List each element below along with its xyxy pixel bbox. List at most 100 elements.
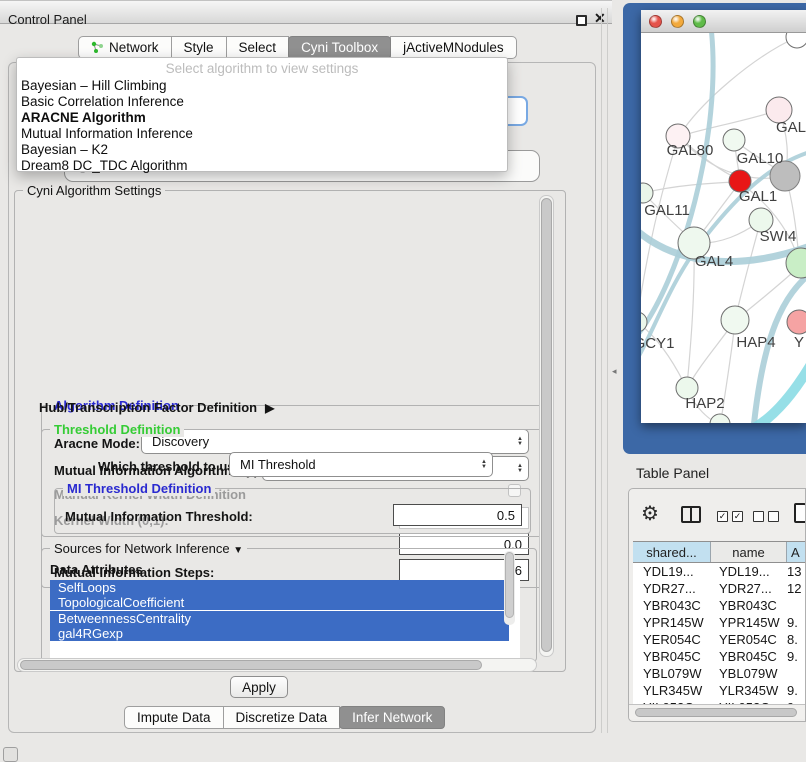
- network-edge: [641, 322, 685, 385]
- tab-label: Cyni Toolbox: [301, 40, 378, 55]
- tab-label: Impute Data: [137, 710, 211, 725]
- subtab-infer-network[interactable]: Infer Network: [339, 706, 445, 729]
- network-canvas[interactable]: GALGAL80GAL10GAL1GAL11SWI4GAL4GCY1HAP4YH…: [641, 33, 806, 423]
- zoom-traffic-light[interactable]: [693, 15, 706, 28]
- float-panel-icon[interactable]: [576, 15, 587, 26]
- network-node-gal10[interactable]: [723, 129, 745, 151]
- threshold-definition-group: Threshold Definition Which threshold to …: [41, 429, 545, 537]
- table-row[interactable]: YBL079WYBL079W: [633, 665, 806, 682]
- subtab-impute-data[interactable]: Impute Data: [124, 706, 224, 729]
- table-cell: YBR043C: [711, 597, 787, 614]
- split-columns-icon[interactable]: [681, 506, 701, 523]
- tab-label: Infer Network: [352, 710, 432, 725]
- table-cell: YPR145W: [711, 614, 787, 631]
- network-node-y[interactable]: [787, 310, 806, 334]
- column-header-name[interactable]: name: [711, 542, 787, 562]
- hub-definition-label: Hub/Transcription Factor Definition: [39, 400, 257, 415]
- network-edge: [735, 223, 760, 320]
- tab-label: Select: [239, 40, 277, 55]
- table-row[interactable]: YLR345WYLR345W9.: [633, 682, 806, 699]
- data-attributes-list[interactable]: SelfLoopsTopologicalCoefficientBetweenne…: [50, 580, 520, 660]
- algorithm-option-bayesian-k2[interactable]: Bayesian – K2: [17, 142, 507, 158]
- attribute-item-betweennesscentrality[interactable]: BetweennessCentrality: [50, 611, 509, 626]
- which-threshold-combobox[interactable]: MI Threshold ▲▼: [229, 452, 493, 477]
- tab-select[interactable]: Select: [226, 36, 290, 59]
- algorithm-dropdown-popup: Select algorithm to view settings Bayesi…: [16, 57, 508, 172]
- close-traffic-light[interactable]: [649, 15, 662, 28]
- close-panel-icon[interactable]: ✕: [594, 10, 606, 27]
- algorithm-option-mutual-information-inference[interactable]: Mutual Information Inference: [17, 126, 507, 142]
- gear-icon[interactable]: ⚙: [641, 501, 659, 526]
- algorithm-option-bayesian-hill-climbing[interactable]: Bayesian – Hill Climbing: [17, 78, 507, 94]
- collapsed-panel-icon[interactable]: [3, 747, 18, 762]
- table-cell: YDR27...: [711, 580, 787, 597]
- threshold-definition-title: Threshold Definition: [50, 422, 184, 437]
- unchecked-columns-icon[interactable]: [753, 511, 779, 522]
- attribute-item-topologicalcoefficient[interactable]: TopologicalCoefficient: [50, 595, 509, 610]
- node-label-gal80: GAL80: [667, 142, 714, 159]
- network-edge: [687, 323, 733, 388]
- table-cell: 9.: [787, 682, 806, 699]
- tab-network[interactable]: Network: [78, 36, 172, 59]
- new-table-icon[interactable]: [794, 503, 806, 523]
- algorithm-option-dream8-dc-tdc-algorithm[interactable]: Dream8 DC_TDC Algorithm: [17, 158, 507, 174]
- table-cell: YDL19...: [711, 563, 787, 580]
- attribute-item-gal4rgexp[interactable]: gal4RGexp: [50, 626, 509, 641]
- table-cell: 9.: [787, 614, 806, 631]
- settings-horizontal-scrollbar[interactable]: [17, 658, 537, 672]
- mi-threshold-field[interactable]: 0.5: [393, 504, 522, 526]
- column-header-a[interactable]: A: [787, 542, 806, 562]
- table-cell: YDR27...: [633, 580, 711, 597]
- algorithm-option-aracne-algorithm[interactable]: ARACNE Algorithm: [17, 110, 507, 126]
- table-panel-title: Table Panel: [636, 465, 709, 481]
- cyni-algorithm-settings-group: Cyni Algorithm Settings Algorithm Defini…: [14, 190, 566, 672]
- attributes-scrollbar[interactable]: [504, 551, 515, 625]
- tab-style[interactable]: Style: [171, 36, 227, 59]
- tab-cyni-toolbox[interactable]: Cyni Toolbox: [288, 36, 391, 59]
- table-cell: 9.: [787, 648, 806, 665]
- network-node-gal11[interactable]: [641, 183, 653, 203]
- mi-threshold-label: Mutual Information Threshold:: [65, 509, 253, 524]
- network-window-titlebar[interactable]: [641, 10, 806, 33]
- sources-group-title: Sources for Network Inference ▼: [50, 541, 247, 556]
- column-header-shared[interactable]: shared...: [633, 542, 711, 562]
- panel-divider: [607, 8, 608, 733]
- table-panel-window: ⚙ ✓✓ shared...nameA YDL19...YDL19...13YD…: [628, 488, 806, 722]
- table-row[interactable]: YDR27...YDR27...12: [633, 580, 806, 597]
- table-row[interactable]: YBR043CYBR043C: [633, 597, 806, 614]
- network-edge: [687, 245, 694, 386]
- node-label-y: Y: [794, 334, 804, 351]
- attribute-item-selfloops[interactable]: SelfLoops: [50, 580, 509, 595]
- table-cell: YBR043C: [633, 597, 711, 614]
- network-node[interactable]: [710, 414, 730, 423]
- table-cell: 8.: [787, 631, 806, 648]
- control-panel-title: Control Panel: [8, 12, 87, 27]
- table-row[interactable]: YDL19...YDL19...13: [633, 563, 806, 580]
- checked-columns-icon[interactable]: ✓✓: [717, 511, 743, 522]
- table-cell: [787, 665, 806, 682]
- table-horizontal-scrollbar[interactable]: [629, 704, 806, 719]
- hub-definition-toggle[interactable]: Hub/Transcription Factor Definition ▶: [39, 400, 274, 415]
- table-row[interactable]: YBR045CYBR045C9.: [633, 648, 806, 665]
- network-tab-icon: [91, 41, 104, 54]
- table-cell: YBR045C: [711, 648, 787, 665]
- minimize-traffic-light[interactable]: [671, 15, 684, 28]
- subtab-discretize-data[interactable]: Discretize Data: [223, 706, 341, 729]
- control-panel-titlebar: [0, 0, 612, 24]
- sources-group: Sources for Network Inference ▼ Data Att…: [41, 548, 537, 662]
- network-node[interactable]: [786, 33, 806, 48]
- which-threshold-value: MI Threshold: [230, 457, 476, 472]
- node-label-gal4: GAL4: [695, 253, 733, 270]
- settings-group-title: Cyni Algorithm Settings: [23, 183, 165, 198]
- tab-jactivemnodules[interactable]: jActiveMNodules: [390, 36, 517, 59]
- settings-vertical-scrollbar[interactable]: [539, 195, 554, 657]
- table-header-row: shared...nameA: [633, 541, 806, 563]
- table-rows: YDL19...YDL19...13YDR27...YDR27...12YBR0…: [633, 563, 806, 704]
- table-row[interactable]: YER054CYER054C8.: [633, 631, 806, 648]
- table-cell: YER054C: [633, 631, 711, 648]
- table-row[interactable]: YPR145WYPR145W9.: [633, 614, 806, 631]
- splitter-collapse-arrow[interactable]: ◂: [612, 366, 617, 377]
- network-node-hap4[interactable]: [721, 306, 749, 334]
- apply-button[interactable]: Apply: [230, 676, 288, 698]
- algorithm-option-basic-correlation-inference[interactable]: Basic Correlation Inference: [17, 94, 507, 110]
